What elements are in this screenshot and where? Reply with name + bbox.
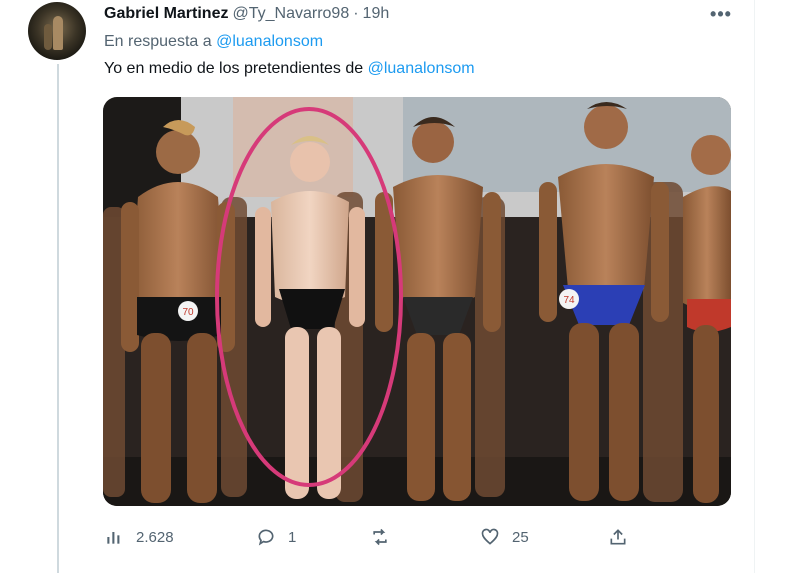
reply-mention-link[interactable]: @luanalonsom bbox=[216, 33, 323, 50]
tweet[interactable]: Gabriel Martinez @Ty_Navarro98 · 19h •••… bbox=[0, 0, 800, 573]
reply-icon bbox=[258, 529, 274, 546]
photo-illustration: 70 74 bbox=[103, 97, 731, 506]
like-button[interactable]: 25 bbox=[480, 524, 529, 550]
reply-context: En respuesta a @luanalonsom bbox=[104, 33, 323, 51]
retweet-icon bbox=[373, 528, 387, 546]
more-options-icon[interactable]: ••• bbox=[707, 4, 735, 24]
tweet-text-body: Yo en medio de los pretendientes de bbox=[104, 60, 364, 77]
retweet-button[interactable] bbox=[370, 524, 402, 550]
number-tag-70: 70 bbox=[182, 307, 194, 318]
tweet-actions: 2.628 1 25 bbox=[104, 524, 634, 550]
share-button[interactable] bbox=[608, 524, 628, 550]
divider bbox=[754, 0, 755, 573]
like-count: 25 bbox=[512, 528, 529, 546]
views-count: 2.628 bbox=[136, 528, 174, 546]
bar-chart-icon bbox=[107, 532, 120, 544]
tweet-header: Gabriel Martinez @Ty_Navarro98 · 19h bbox=[104, 5, 389, 25]
timestamp[interactable]: 19h bbox=[363, 5, 390, 23]
reply-button[interactable]: 1 bbox=[256, 524, 296, 550]
avatar[interactable] bbox=[28, 2, 86, 60]
author-handle[interactable]: @Ty_Navarro98 bbox=[232, 5, 349, 23]
views-button[interactable]: 2.628 bbox=[104, 524, 174, 550]
reply-count: 1 bbox=[288, 528, 297, 546]
heart-icon bbox=[481, 528, 499, 545]
tweet-text: Yo en medio de los pretendientes de @lua… bbox=[104, 60, 475, 78]
tweet-photo[interactable]: 70 74 bbox=[103, 97, 731, 506]
tweet-mention-link[interactable]: @luanalonsom bbox=[368, 60, 475, 77]
separator: · bbox=[353, 5, 359, 22]
share-icon bbox=[610, 529, 626, 545]
author-name[interactable]: Gabriel Martinez bbox=[104, 5, 228, 23]
thread-line bbox=[57, 64, 59, 573]
reply-prefix: En respuesta a bbox=[104, 33, 212, 50]
number-tag-74: 74 bbox=[563, 295, 575, 306]
